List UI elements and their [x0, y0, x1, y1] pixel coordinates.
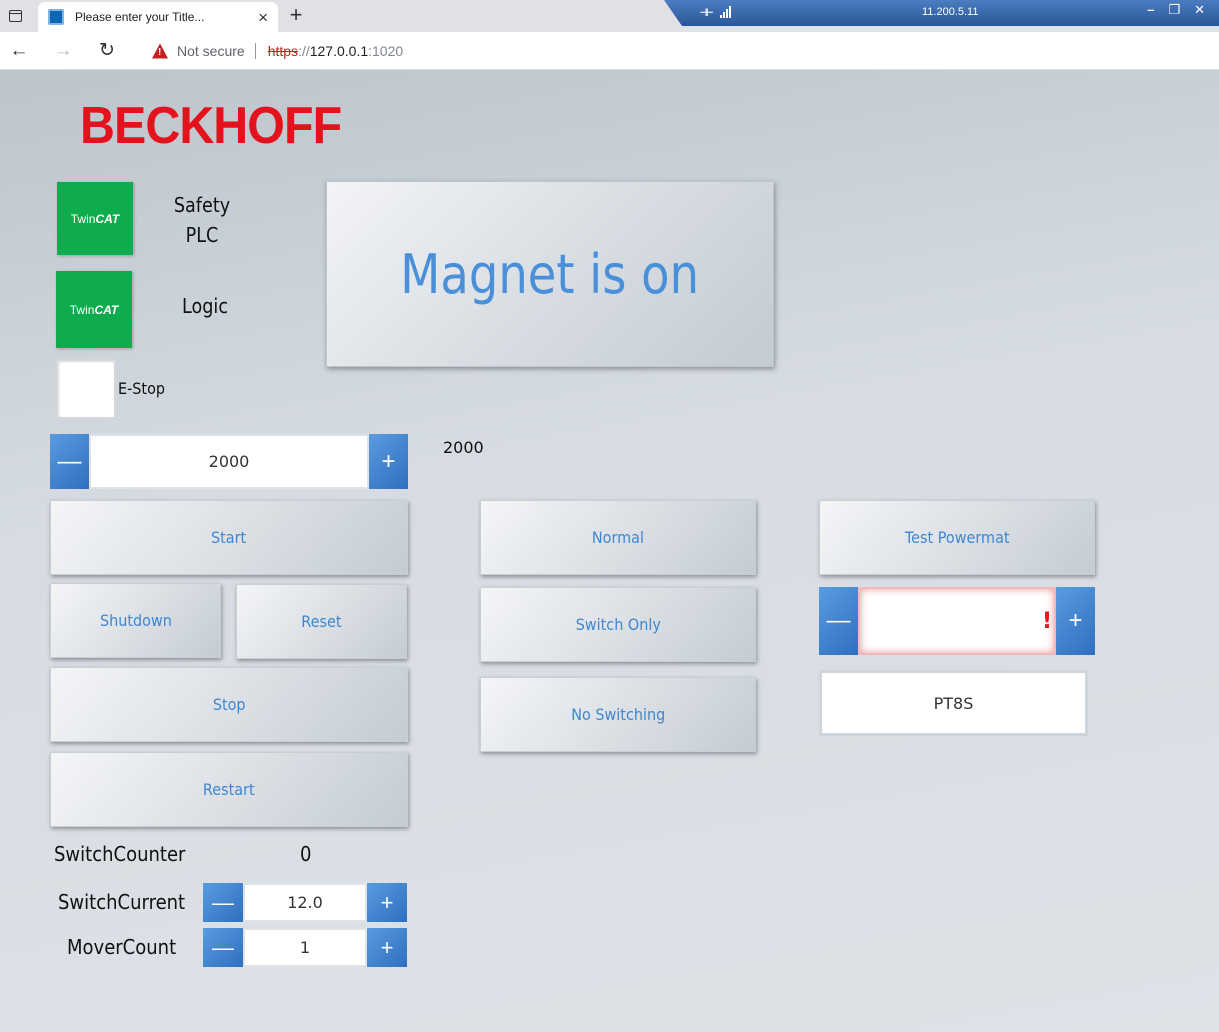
switch-only-button-label: Switch Only	[575, 615, 661, 634]
logic-label: Logic	[181, 294, 229, 318]
remote-desktop-bar: ⊣⊢ 11.200.5.11 – ❐ ✕	[664, 0, 1219, 26]
restart-button[interactable]: Restart	[50, 752, 408, 827]
magnet-status-panel: Magnet is on	[326, 181, 774, 367]
powermat-stepper: — ! +	[819, 587, 1095, 655]
tab-close-button[interactable]: ×	[258, 9, 268, 26]
twincat-safety-suffix: CAT	[95, 211, 120, 226]
beckhoff-logo: BECKHOFF	[80, 97, 342, 155]
safety-plc-line1: Safety	[173, 193, 231, 217]
start-button[interactable]: Start	[50, 500, 408, 575]
switch-current-decrement-button[interactable]: —	[203, 883, 243, 922]
twincat-safety-status-icon: Twin CAT	[57, 182, 133, 255]
safety-plc-label: Safety PLC	[165, 190, 239, 250]
normal-mode-button-label: Normal	[591, 528, 645, 547]
safety-plc-line2: PLC	[185, 223, 219, 247]
mover-count-input[interactable]: 1	[243, 928, 367, 967]
restore-button[interactable]: ❐	[1168, 2, 1180, 18]
forward-button[interactable]: →	[51, 39, 75, 63]
normal-mode-button[interactable]: Normal	[480, 500, 756, 575]
setpoint-stepper: — 2000 +	[50, 434, 408, 489]
mover-count-decrement-button[interactable]: —	[203, 928, 243, 967]
mover-count-increment-button[interactable]: +	[367, 928, 407, 967]
twincat-logic-prefix: Twin	[69, 302, 95, 317]
twincat-safety-prefix: Twin	[70, 211, 96, 226]
browser-tab[interactable]: Please enter your Title... ×	[38, 2, 278, 32]
estop-indicator	[56, 359, 116, 419]
warning-icon[interactable]	[152, 43, 168, 59]
stop-button[interactable]: Stop	[50, 667, 408, 742]
error-icon: !	[1041, 608, 1052, 634]
switch-current-input[interactable]: 12.0	[243, 883, 367, 922]
start-button-label: Start	[211, 528, 247, 547]
browser-tab-bar: Please enter your Title... × + ⊣⊢ 11.200…	[0, 0, 1219, 32]
not-secure-label[interactable]: Not secure	[177, 43, 245, 59]
restart-button-label: Restart	[203, 780, 255, 799]
window-icon	[8, 10, 22, 22]
tab-title: Please enter your Title...	[75, 10, 205, 24]
estop-label: E-Stop	[118, 379, 166, 398]
mover-count-label: MoverCount	[67, 935, 177, 959]
powermat-increment-button[interactable]: +	[1056, 587, 1095, 655]
twincat-logic-suffix: CAT	[94, 302, 119, 317]
url-input[interactable]: Not secure https://127.0.0.1:1020	[136, 36, 1219, 66]
pt8s-field[interactable]: PT8S	[819, 670, 1088, 736]
setpoint-increment-button[interactable]: +	[369, 434, 408, 489]
shutdown-button[interactable]: Shutdown	[50, 583, 221, 658]
address-bar: ← → ↻ Not secure https://127.0.0.1:1020	[0, 32, 1219, 70]
reset-button-label: Reset	[301, 612, 342, 631]
reload-button[interactable]: ↻	[95, 39, 119, 63]
switch-current-label: SwitchCurrent	[58, 890, 186, 914]
reset-button[interactable]: Reset	[236, 584, 407, 659]
twincat-logic-status-icon: Twin CAT	[56, 271, 132, 348]
tab-actions-button[interactable]	[4, 6, 26, 26]
setpoint-readout: 2000	[443, 438, 484, 457]
switch-only-button[interactable]: Switch Only	[480, 587, 756, 662]
test-powermat-button[interactable]: Test Powermat	[819, 500, 1095, 575]
stop-button-label: Stop	[212, 695, 246, 714]
no-switching-button-label: No Switching	[570, 705, 666, 724]
magnet-status-text: Magnet is on	[400, 242, 700, 306]
powermat-input[interactable]: !	[858, 587, 1056, 655]
omnibox-divider	[254, 43, 256, 59]
mover-count-stepper: — 1 +	[203, 928, 407, 967]
switch-counter-label: SwitchCounter	[54, 842, 186, 866]
switch-counter-value: 0	[300, 842, 312, 866]
no-switching-button[interactable]: No Switching	[480, 677, 756, 752]
remote-window-controls: – ❐ ✕	[1147, 2, 1205, 18]
hmi-page: BECKHOFF Twin CAT Safety PLC Twin CAT Logi…	[0, 70, 1219, 1032]
remote-host-address: 11.200.5.11	[922, 6, 979, 18]
url-separator: ://	[298, 43, 310, 59]
favicon-icon	[48, 9, 64, 25]
url-scheme: https	[267, 43, 299, 59]
test-powermat-button-label: Test Powermat	[904, 528, 1010, 547]
new-tab-button[interactable]: +	[284, 3, 308, 29]
close-button[interactable]: ✕	[1194, 2, 1205, 18]
url-host: 127.0.0.1	[309, 43, 369, 59]
switch-current-stepper: — 12.0 +	[203, 883, 407, 922]
pin-icon[interactable]: ⊣⊢	[700, 5, 713, 19]
minimize-button[interactable]: –	[1147, 2, 1154, 18]
powermat-decrement-button[interactable]: —	[819, 587, 858, 655]
url-port: :1020	[368, 43, 404, 59]
shutdown-button-label: Shutdown	[99, 611, 172, 630]
setpoint-decrement-button[interactable]: —	[50, 434, 89, 489]
switch-current-increment-button[interactable]: +	[367, 883, 407, 922]
signal-icon	[720, 6, 734, 18]
back-button[interactable]: ←	[7, 39, 31, 63]
setpoint-input[interactable]: 2000	[89, 434, 369, 489]
